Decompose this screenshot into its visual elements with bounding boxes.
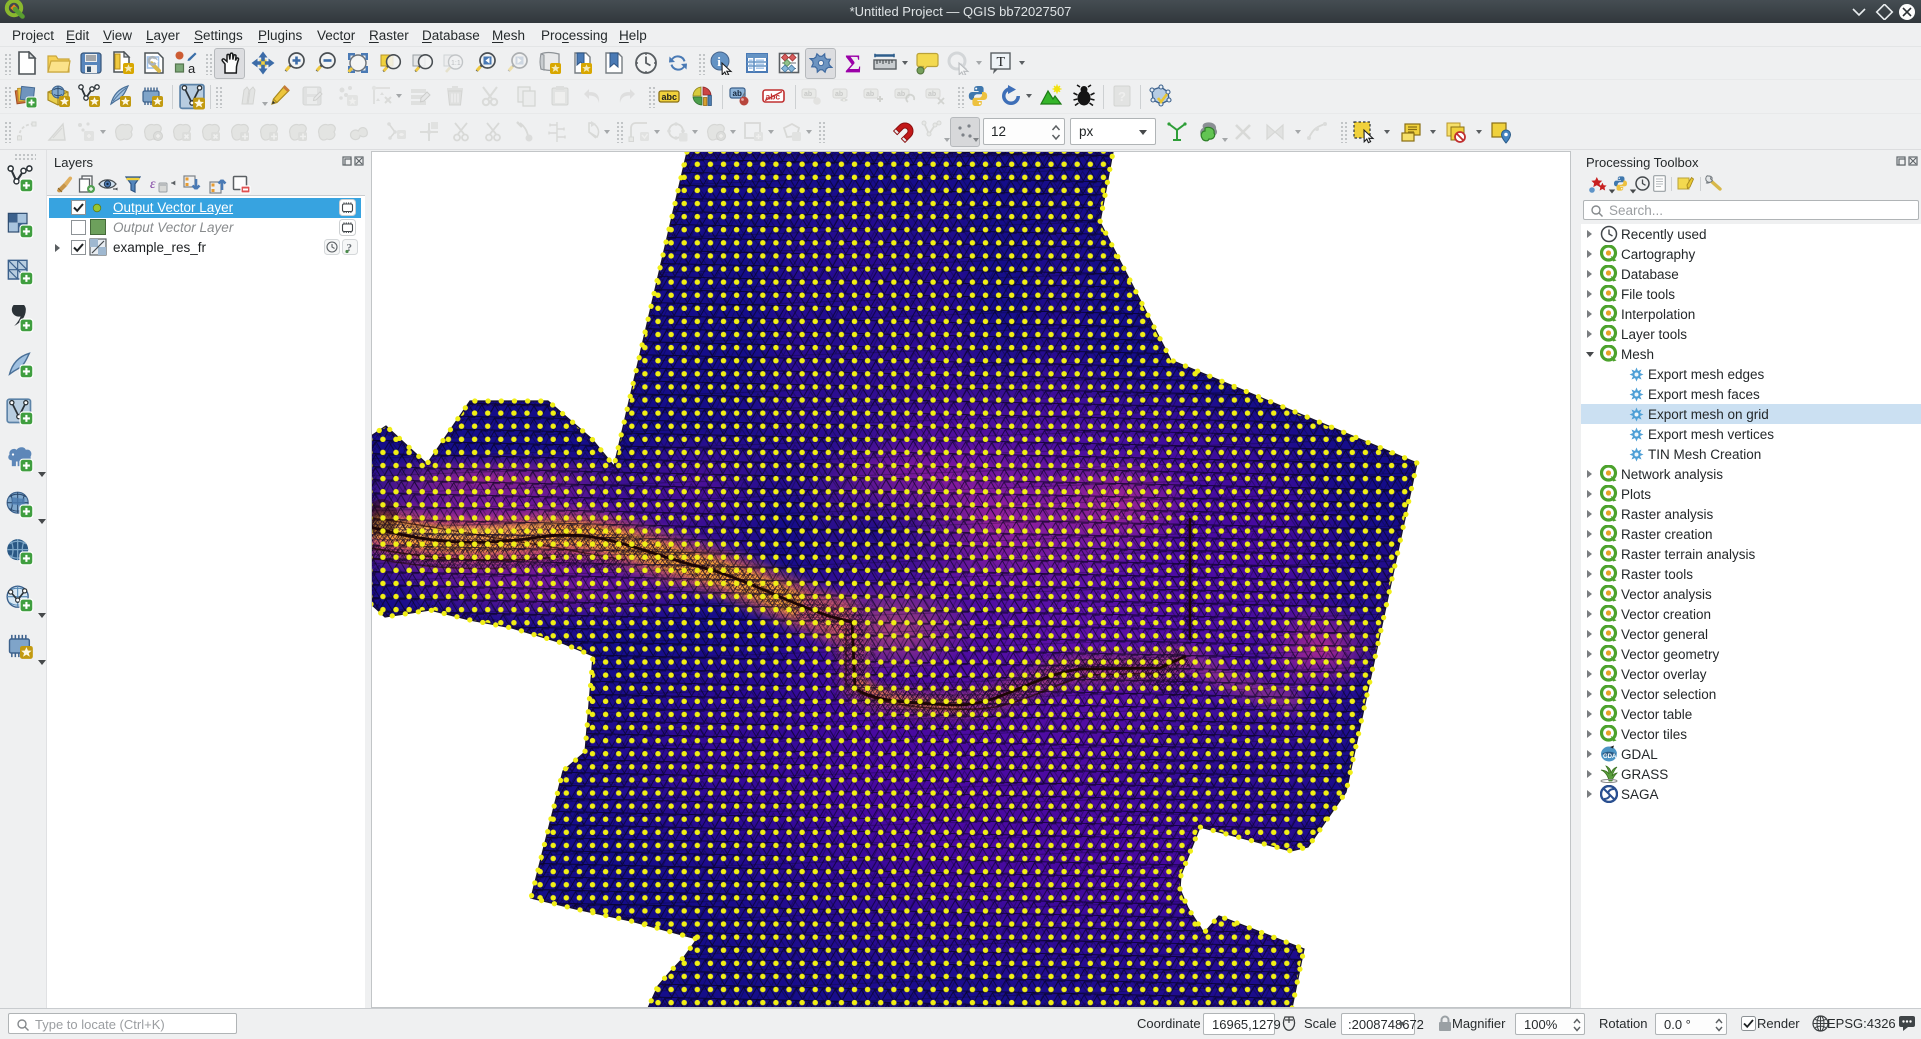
svg-text:ε: ε (150, 177, 156, 192)
